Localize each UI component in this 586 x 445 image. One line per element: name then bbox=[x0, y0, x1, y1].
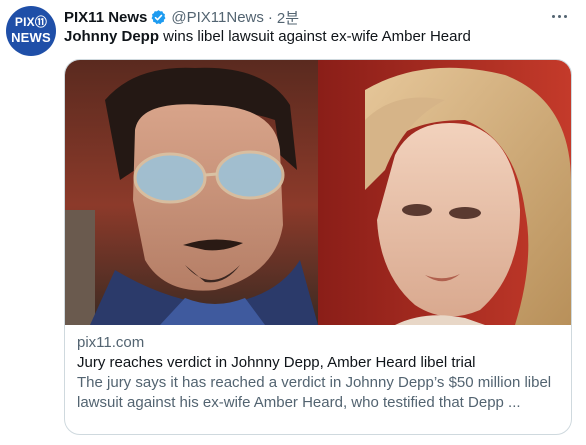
card-description: The jury says it has reached a verdict i… bbox=[77, 373, 563, 413]
tweet-text-rest: wins libel lawsuit against ex-wife Amber… bbox=[159, 28, 471, 45]
separator-dot: · bbox=[267, 8, 273, 26]
card-body: pix11.com Jury reaches verdict in Johnny… bbox=[77, 333, 563, 413]
tweet-header: PIX11 News @PIX11News · 2분 bbox=[64, 6, 299, 28]
card-image bbox=[65, 60, 571, 325]
tweet-text: Johnny Depp wins libel lawsuit against e… bbox=[64, 27, 471, 47]
link-card[interactable]: pix11.com Jury reaches verdict in Johnny… bbox=[64, 59, 572, 435]
card-description-line1: The jury says it has reached a verdict i… bbox=[77, 374, 552, 391]
tweet[interactable]: PIX⑪ NEWS PIX11 News @PIX11News · 2분 Joh… bbox=[0, 0, 586, 445]
account-handle[interactable]: @PIX11News bbox=[171, 9, 263, 26]
card-description-line2: lawsuit against his ex-wife Amber Heard,… bbox=[77, 394, 521, 411]
verified-badge-icon bbox=[151, 9, 166, 24]
avatar-logo-line1: PIX⑪ bbox=[14, 15, 48, 29]
tweet-text-bold[interactable]: Johnny Depp bbox=[64, 28, 159, 45]
tweet-timestamp[interactable]: 2분 bbox=[277, 7, 299, 28]
avatar[interactable]: PIX⑪ NEWS bbox=[6, 6, 56, 56]
more-options-icon[interactable] bbox=[546, 6, 572, 26]
avatar-logo-line2: NEWS bbox=[11, 30, 51, 45]
card-title: Jury reaches verdict in Johnny Depp, Amb… bbox=[77, 354, 476, 371]
avatar-logo: PIX⑪ NEWS bbox=[6, 15, 56, 45]
card-domain: pix11.com bbox=[77, 334, 145, 351]
account-name[interactable]: PIX11 News bbox=[64, 9, 147, 26]
